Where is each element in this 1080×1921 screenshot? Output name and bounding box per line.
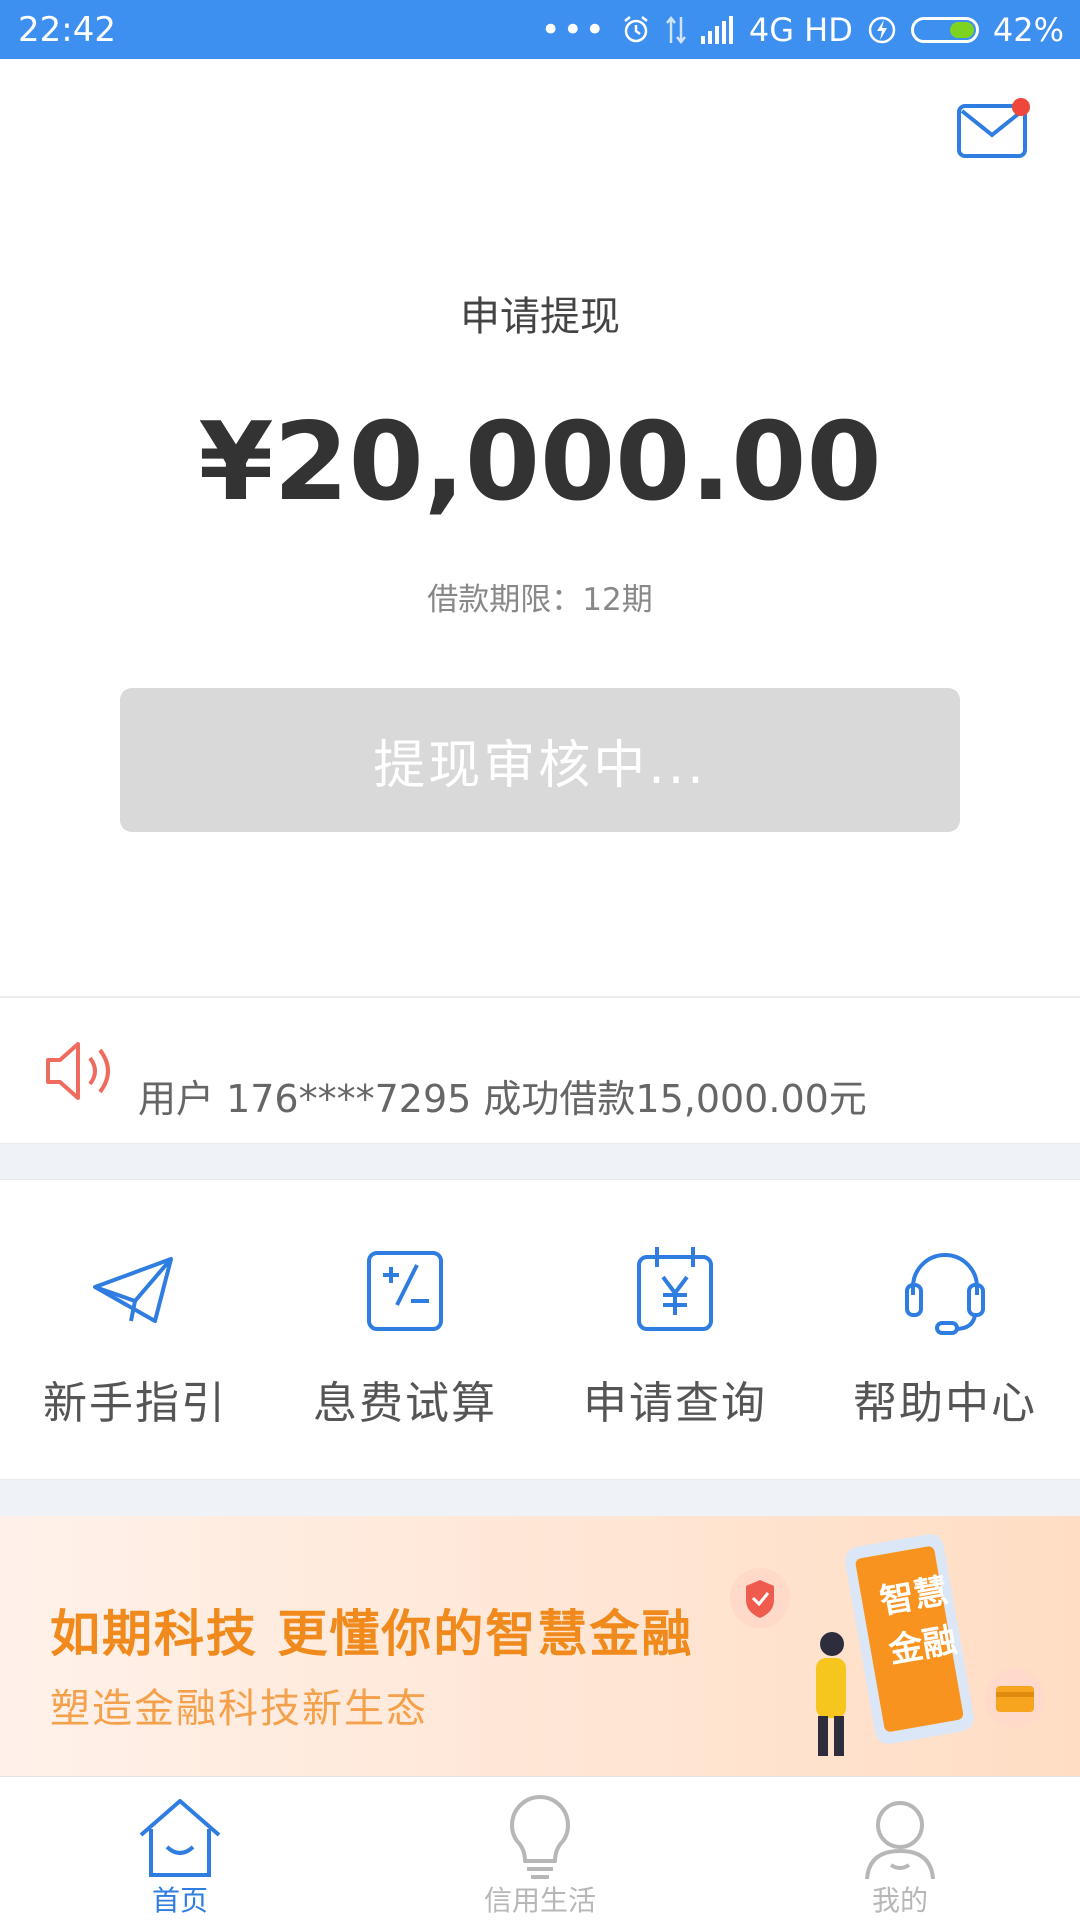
battery-level: [949, 22, 974, 38]
loan-term: 借款期限：12期: [427, 582, 653, 618]
home-icon: [139, 1799, 221, 1877]
tab-mine[interactable]: 我的: [720, 1777, 1080, 1921]
calculator-icon: [367, 1251, 443, 1331]
shortcut-grid: 新手指引 息费试算 申请查询 帮助中心: [0, 1179, 1080, 1479]
bottom-tab-bar: 首页 信用生活 我的: [0, 1776, 1080, 1921]
shortcut-fee-calculator[interactable]: 息费试算: [270, 1179, 540, 1479]
banner-subline: 塑造金融科技新生态: [50, 1686, 428, 1732]
battery-percent: 42%: [992, 11, 1064, 49]
speaker-icon: [46, 1042, 110, 1100]
status-time: 22:42: [18, 10, 116, 50]
network-type: 4G HD: [748, 11, 853, 49]
banner-headline: 如期科技 更懂你的智慧金融: [50, 1605, 694, 1663]
withdraw-status-button[interactable]: 提现审核中...: [120, 688, 960, 832]
paper-plane-icon: [93, 1257, 173, 1323]
alarm-icon: [624, 16, 648, 43]
notification-dot: [1012, 98, 1030, 116]
status-icons: ••• 4G HD 42%: [541, 8, 1064, 52]
banner-illustration: 智慧 金融: [730, 1534, 1045, 1756]
shortcut-label: 息费试算: [313, 1378, 497, 1429]
more-notifications-icon: •••: [540, 10, 607, 50]
tab-label: 首页: [151, 1884, 208, 1917]
shortcut-label: 新手指引: [43, 1378, 227, 1429]
signal-icon: [700, 16, 733, 44]
calendar-yen-icon: [637, 1247, 713, 1331]
data-transfer-icon: [665, 15, 686, 45]
promo-banner[interactable]: 如期科技 更懂你的智慧金融 塑造金融科技新生态 智慧 金融: [0, 1516, 1080, 1776]
headset-icon: [905, 1253, 985, 1335]
tab-label: 信用生活: [483, 1884, 596, 1917]
loan-amount: ¥20,000.00: [198, 400, 882, 525]
shortcut-label: 帮助中心: [853, 1378, 1037, 1429]
status-bar: 22:42 ••• 4G HD 42%: [0, 0, 1080, 59]
shortcut-newbie-guide[interactable]: 新手指引: [0, 1179, 270, 1479]
section-gap: [0, 1143, 1080, 1180]
notice-bar: 用户 176****7295 成功借款15,000.00元: [0, 998, 1080, 1143]
section-gap: [0, 1479, 1080, 1517]
tab-credit-life[interactable]: 信用生活: [360, 1777, 720, 1921]
tab-label: 我的: [871, 1884, 928, 1917]
charging-icon: [868, 16, 896, 44]
shortcut-application-query[interactable]: 申请查询: [540, 1179, 810, 1479]
page-title: 申请提现: [460, 294, 620, 340]
battery-icon: [910, 17, 979, 43]
user-icon: [865, 1801, 935, 1880]
shortcut-label: 申请查询: [583, 1378, 767, 1429]
notice-text: 用户 176****7295 成功借款15,000.00元: [138, 1077, 867, 1121]
shortcut-help-center[interactable]: 帮助中心: [810, 1179, 1080, 1479]
tab-home[interactable]: 首页: [0, 1777, 360, 1921]
lightbulb-icon: [510, 1795, 570, 1879]
